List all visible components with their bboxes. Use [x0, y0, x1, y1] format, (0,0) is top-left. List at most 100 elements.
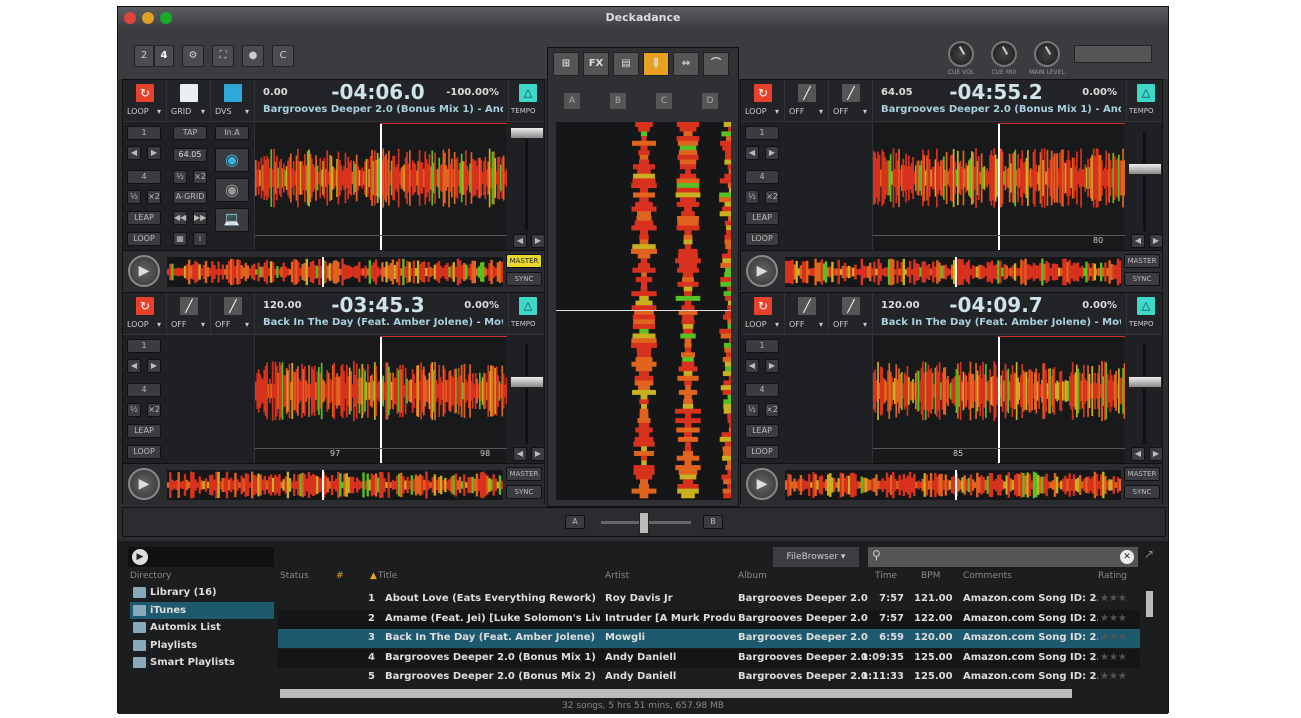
overview-waveform[interactable]: [785, 257, 1122, 287]
deck-fx1-control[interactable]: ╱ OFF ▾: [167, 293, 211, 335]
rating-stars[interactable]: ★★★: [1100, 593, 1127, 604]
sync-button[interactable]: SYNC: [1124, 272, 1160, 286]
vertical-scrollbar[interactable]: [1146, 591, 1153, 617]
maximize-button[interactable]: [160, 12, 172, 24]
turntable-icon[interactable]: ◉: [215, 148, 249, 172]
prev-icon[interactable]: ◀: [745, 359, 759, 373]
master-button[interactable]: MASTER: [506, 467, 542, 481]
pitch-up-icon[interactable]: ▶: [531, 447, 545, 461]
beat-size-select[interactable]: 4: [745, 383, 779, 397]
leap-button[interactable]: LEAP: [127, 424, 161, 438]
deck-fx1-control[interactable]: ╱ OFF ▾: [785, 293, 829, 335]
slash-off-icon[interactable]: ╱: [180, 297, 198, 315]
slash-off-icon[interactable]: ╱: [842, 84, 860, 102]
channel-a-button[interactable]: A: [564, 93, 580, 109]
deck-loop-control[interactable]: ↻ LOOP ▾: [123, 293, 167, 335]
sort-asc-icon[interactable]: ▲: [370, 571, 377, 581]
a-grid-button[interactable]: A-GRID: [173, 190, 207, 204]
popout-icon[interactable]: ↗: [1144, 547, 1154, 561]
play-button[interactable]: ▶: [746, 468, 778, 500]
loop-icon[interactable]: ↻: [754, 84, 772, 102]
table-row[interactable]: 2 Amame (Feat. Jei) [Luke Solomon's Live …: [278, 609, 1140, 629]
loop-size-select[interactable]: 1: [127, 126, 161, 140]
mixer-tab-link[interactable]: ⇔: [673, 52, 699, 76]
info-icon[interactable]: i: [193, 232, 207, 246]
deck-loop-control[interactable]: ↻ LOOP ▾: [741, 293, 785, 335]
knob-cue-mix[interactable]: [991, 41, 1017, 67]
halve-button[interactable]: ½: [745, 403, 759, 417]
table-row[interactable]: 4 Bargrooves Deeper 2.0 (Bonus Mix 1) Andy…: [278, 648, 1140, 668]
forward-icon[interactable]: ▶▶: [193, 211, 207, 225]
tempo-control[interactable]: △ TEMPO: [1126, 80, 1164, 122]
loop-button[interactable]: LOOP: [745, 445, 779, 459]
preview-play-icon[interactable]: ▶: [132, 549, 148, 565]
deck-fx2-control[interactable]: ╱ OFF ▾: [211, 293, 255, 335]
halve-button[interactable]: ½: [127, 190, 141, 204]
track-overview[interactable]: [167, 257, 504, 287]
loop-size-select[interactable]: 1: [745, 126, 779, 140]
prev-icon[interactable]: ◀: [745, 146, 759, 160]
pitch-handle[interactable]: [510, 127, 544, 139]
pitch-down-icon[interactable]: ◀: [1131, 447, 1145, 461]
pitch-up-icon[interactable]: ▶: [1149, 447, 1163, 461]
beat-size-select[interactable]: 4: [745, 170, 779, 184]
double-grid-button[interactable]: ×2: [193, 170, 207, 184]
sync-button[interactable]: SYNC: [1124, 485, 1160, 499]
loop-size-select[interactable]: 1: [127, 339, 161, 353]
deck-grid-control[interactable]: GRID ▾: [167, 80, 211, 122]
leap-button[interactable]: LEAP: [745, 211, 779, 225]
channel-c-button[interactable]: C: [656, 93, 672, 109]
deck-loop-control[interactable]: ↻ LOOP ▾: [123, 80, 167, 122]
pitch-down-icon[interactable]: ◀: [513, 234, 527, 248]
chevron-down-icon[interactable]: ▾: [201, 107, 205, 116]
channel-b-button[interactable]: B: [610, 93, 626, 109]
input-select[interactable]: In.A: [215, 126, 249, 140]
column-header-bpm[interactable]: BPM: [921, 571, 940, 581]
double-button[interactable]: ×2: [765, 403, 779, 417]
slash-off-icon[interactable]: ╱: [224, 297, 242, 315]
crossfader-b-button[interactable]: B: [703, 515, 723, 529]
source-dropdown[interactable]: FileBrowser ▾: [773, 547, 859, 567]
tempo-control[interactable]: △ TEMPO: [508, 293, 546, 335]
knob-cue-vol[interactable]: [948, 41, 974, 67]
master-button[interactable]: MASTER: [506, 254, 542, 268]
chevron-down-icon[interactable]: ▾: [157, 320, 161, 329]
rewind-icon[interactable]: ◀◀: [173, 211, 187, 225]
turntable-off-icon[interactable]: ◉: [215, 178, 249, 202]
record-icon[interactable]: ●: [242, 45, 264, 67]
next-icon[interactable]: ▶: [147, 146, 161, 160]
table-row[interactable]: 5 Bargrooves Deeper 2.0 (Bonus Mix 2) Andy…: [278, 668, 1140, 687]
vinyl-icon[interactable]: [224, 84, 242, 102]
sync-button[interactable]: SYNC: [506, 485, 542, 499]
loop-icon[interactable]: ↻: [136, 84, 154, 102]
column-header-comments[interactable]: Comments: [963, 571, 1012, 581]
slash-off-icon[interactable]: ╱: [842, 297, 860, 315]
directory-item[interactable]: Playlists: [130, 637, 274, 654]
crossfader-a-button[interactable]: A: [565, 515, 585, 529]
track-overview[interactable]: [785, 257, 1122, 287]
directory-item[interactable]: Smart Playlists: [130, 654, 274, 671]
pitch-slider[interactable]: [508, 123, 546, 250]
pitch-handle[interactable]: [1128, 376, 1162, 388]
master-button[interactable]: MASTER: [1124, 254, 1160, 268]
deck-fx2-control[interactable]: ╱ OFF ▾: [829, 80, 873, 122]
close-button[interactable]: [124, 12, 136, 24]
pitch-slider[interactable]: [1126, 336, 1164, 463]
track-overview[interactable]: [167, 470, 504, 500]
mixer-tab-eq[interactable]: ⌒: [703, 52, 729, 76]
waveform-display[interactable]: 85: [872, 336, 1126, 463]
pitch-handle[interactable]: [1128, 163, 1162, 175]
metronome-icon[interactable]: △: [1137, 84, 1155, 102]
gear-icon[interactable]: ⚙: [182, 45, 204, 67]
pitch-handle[interactable]: [510, 376, 544, 388]
chevron-down-icon[interactable]: ▾: [775, 107, 779, 116]
deck-dvs-control[interactable]: DVS ▾: [211, 80, 255, 122]
loop-icon[interactable]: ↻: [136, 297, 154, 315]
four-deck-button[interactable]: 4: [154, 45, 174, 67]
grid-edit-icon[interactable]: ▦: [173, 232, 187, 246]
mixer-tab-mixer[interactable]: ⊞: [553, 52, 579, 76]
play-button[interactable]: ▶: [128, 468, 160, 500]
play-button[interactable]: ▶: [128, 255, 160, 287]
double-button[interactable]: ×2: [147, 403, 161, 417]
chevron-down-icon[interactable]: ▾: [201, 320, 205, 329]
